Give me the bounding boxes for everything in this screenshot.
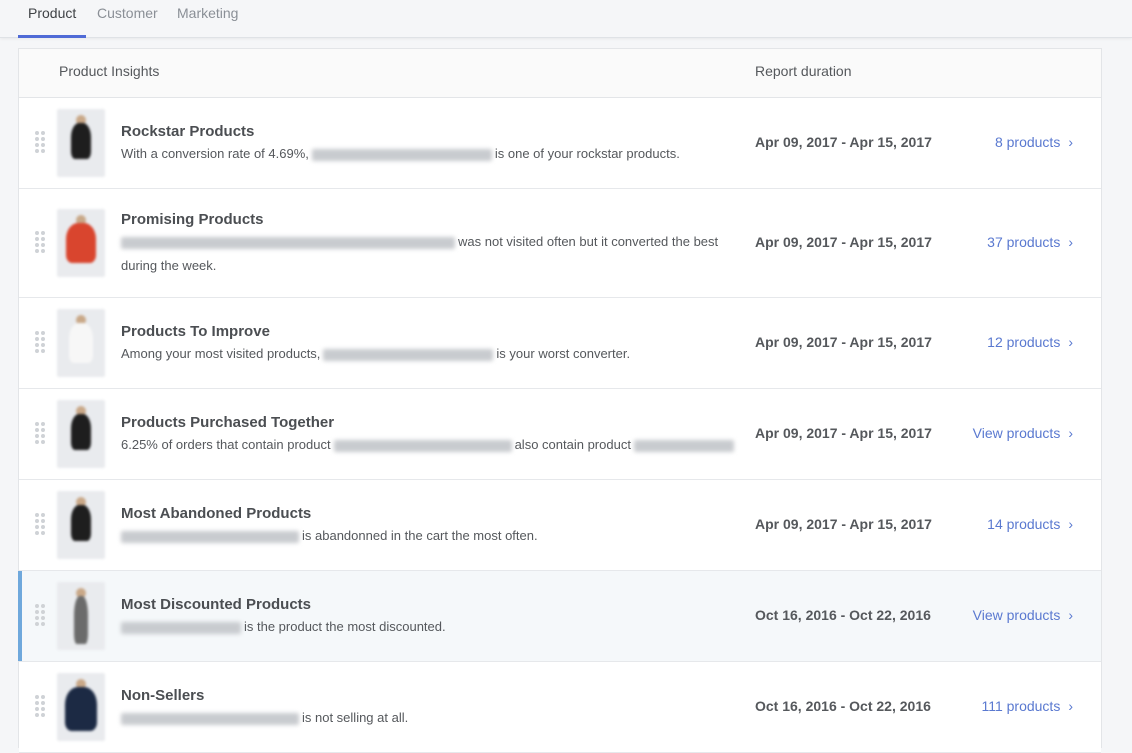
table-row[interactable]: Rockstar Products With a conversion rate… xyxy=(19,98,1101,189)
view-products-link[interactable]: 8 products › xyxy=(995,134,1073,150)
drag-handle-icon[interactable] xyxy=(35,695,45,719)
table-row[interactable]: Most Abandoned Products is abandonned in… xyxy=(19,480,1101,571)
insight-title: Most Discounted Products xyxy=(121,596,312,613)
insight-description: Among your most visited products, is your… xyxy=(121,346,631,361)
chevron-right-icon: › xyxy=(1068,607,1073,623)
insight-title: Products To Improve xyxy=(121,323,270,340)
table-row[interactable]: Products To Improve Among your most visi… xyxy=(19,298,1101,389)
product-thumbnail xyxy=(57,673,105,741)
insight-description: was not visited often but it converted t… xyxy=(121,234,719,273)
drag-handle-icon[interactable] xyxy=(35,131,45,155)
view-products-link[interactable]: View products › xyxy=(973,425,1073,441)
redacted-product-name xyxy=(323,348,494,361)
column-header-duration: Report duration xyxy=(755,63,852,79)
tab-marketing[interactable]: Marketing xyxy=(177,0,238,38)
report-duration: Apr 09, 2017 - Apr 15, 2017 xyxy=(755,134,932,150)
product-thumbnail xyxy=(57,582,105,650)
insight-description: 6.25% of orders that contain product also… xyxy=(121,433,761,457)
view-products-link[interactable]: 37 products › xyxy=(987,234,1073,250)
tab-product[interactable]: Product xyxy=(17,0,87,38)
table-row[interactable]: Non-Sellers is not selling at all. Oct 1… xyxy=(19,662,1101,753)
report-duration: Apr 09, 2017 - Apr 15, 2017 xyxy=(755,516,932,532)
view-products-link[interactable]: 12 products › xyxy=(987,334,1073,350)
redacted-product-name xyxy=(333,439,512,452)
chevron-right-icon: › xyxy=(1068,134,1073,150)
insight-description: With a conversion rate of 4.69%, is one o… xyxy=(121,146,680,161)
insight-title: Rockstar Products xyxy=(121,123,255,140)
chevron-right-icon: › xyxy=(1068,516,1073,532)
product-insights-table: Product Insights Report duration Rocksta… xyxy=(18,48,1102,753)
chevron-right-icon: › xyxy=(1068,698,1073,714)
column-header-insights: Product Insights xyxy=(59,63,160,79)
report-duration: Oct 16, 2016 - Oct 22, 2016 xyxy=(755,698,931,714)
report-duration: Oct 16, 2016 - Oct 22, 2016 xyxy=(755,607,931,623)
insight-description: is not selling at all. xyxy=(121,706,736,730)
drag-handle-icon[interactable] xyxy=(35,513,45,537)
view-products-link[interactable]: 14 products › xyxy=(987,516,1073,532)
redacted-product-name xyxy=(121,530,299,543)
redacted-product-name xyxy=(121,712,299,725)
view-products-link[interactable]: View products › xyxy=(973,607,1073,623)
table-row[interactable]: Products Purchased Together 6.25% of ord… xyxy=(19,389,1101,480)
table-row[interactable]: Promising Products was not visited often… xyxy=(19,189,1101,298)
product-thumbnail xyxy=(57,309,105,377)
product-thumbnail xyxy=(57,491,105,559)
drag-handle-icon[interactable] xyxy=(35,604,45,628)
insight-title: Promising Products xyxy=(121,211,264,228)
product-thumbnail xyxy=(57,109,105,177)
redacted-product-name xyxy=(121,236,455,249)
insight-description: is abandonned in the cart the most often… xyxy=(121,524,736,548)
insight-title: Non-Sellers xyxy=(121,687,205,704)
redacted-product-name xyxy=(311,148,492,161)
tab-customer[interactable]: Customer xyxy=(97,0,158,38)
insights-tabs: Product Customer Marketing xyxy=(0,0,1132,38)
redacted-product-name xyxy=(121,621,241,634)
table-header: Product Insights Report duration xyxy=(19,49,1101,98)
report-duration: Apr 09, 2017 - Apr 15, 2017 xyxy=(755,425,932,441)
insight-description: is the product the most discounted. xyxy=(121,615,736,639)
chevron-right-icon: › xyxy=(1068,234,1073,250)
report-duration: Apr 09, 2017 - Apr 15, 2017 xyxy=(755,334,932,350)
drag-handle-icon[interactable] xyxy=(35,422,45,446)
report-duration: Apr 09, 2017 - Apr 15, 2017 xyxy=(755,234,932,250)
view-products-link[interactable]: 111 products › xyxy=(981,698,1073,714)
drag-handle-icon[interactable] xyxy=(35,331,45,355)
insight-title: Products Purchased Together xyxy=(121,414,335,431)
product-thumbnail xyxy=(57,400,105,468)
insight-title: Most Abandoned Products xyxy=(121,505,312,522)
redacted-product-name xyxy=(633,439,734,452)
chevron-right-icon: › xyxy=(1068,334,1073,350)
table-row[interactable]: Most Discounted Products is the product … xyxy=(18,571,1101,662)
product-thumbnail xyxy=(57,209,105,277)
chevron-right-icon: › xyxy=(1068,425,1073,441)
drag-handle-icon[interactable] xyxy=(35,231,45,255)
